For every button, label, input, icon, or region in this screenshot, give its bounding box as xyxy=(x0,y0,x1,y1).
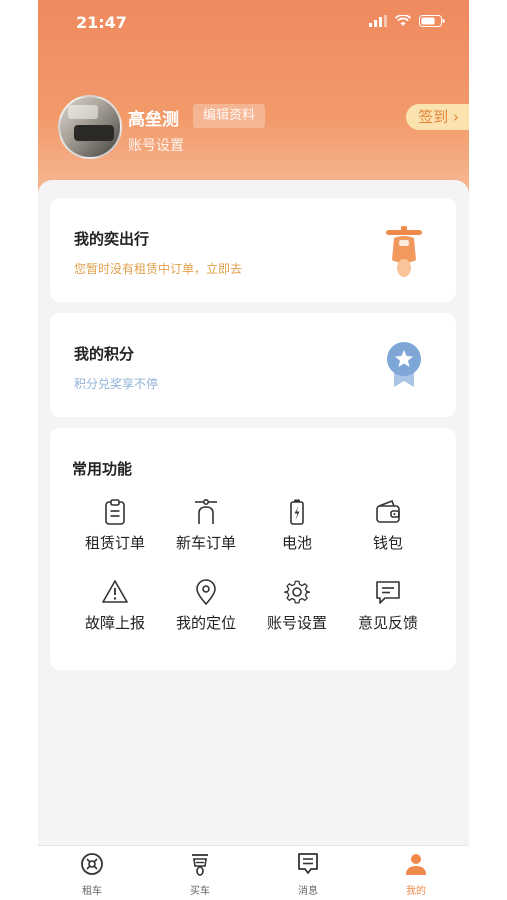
fault-report-item[interactable]: 故障上报 xyxy=(70,578,160,633)
message-icon xyxy=(298,853,318,874)
new-car-orders-label: 新车订单 xyxy=(175,534,236,552)
clipboard-icon xyxy=(105,499,125,525)
scooter-outline-icon xyxy=(195,498,217,524)
rental-orders-label: 租赁订单 xyxy=(84,534,145,552)
battery-item[interactable]: 电池 xyxy=(252,498,342,553)
signal-icon xyxy=(369,15,387,27)
status-time: 21:47 xyxy=(76,13,127,32)
my-points-subtitle: 积分兑奖享不停 xyxy=(74,377,159,391)
scooter-front-icon xyxy=(192,854,208,876)
tab-messages[interactable]: 消息 xyxy=(268,852,348,897)
scooter-icon xyxy=(386,226,422,277)
wallet-label: 钱包 xyxy=(372,534,403,552)
fault-report-label: 故障上报 xyxy=(84,614,145,632)
gear-icon xyxy=(283,580,311,604)
checkin-button[interactable]: 签到 › xyxy=(406,104,469,130)
avatar[interactable] xyxy=(58,95,122,159)
wifi-icon xyxy=(395,15,411,26)
chevron-right-icon: › xyxy=(453,108,459,126)
rental-orders-item[interactable]: 租赁订单 xyxy=(70,498,160,553)
battery-icon xyxy=(290,499,304,525)
tab-mine[interactable]: 我的 xyxy=(376,852,456,897)
medal-icon xyxy=(387,342,421,387)
main-content: 我的奕出行 您暂时没有租赁中订单，立即去 我的积分 积分兑奖享不停 常用功能 租… xyxy=(38,180,469,845)
tab-buy[interactable]: 买车 xyxy=(160,852,240,897)
new-car-orders-item[interactable]: 新车订单 xyxy=(161,498,251,553)
account-settings-item[interactable]: 账号设置 xyxy=(252,578,342,633)
wallet-item[interactable]: 钱包 xyxy=(343,498,433,553)
tab-rent-label: 租车 xyxy=(82,886,102,897)
feedback-item[interactable]: 意见反馈 xyxy=(343,578,433,633)
my-points-title: 我的积分 xyxy=(74,345,135,363)
steering-wheel-icon xyxy=(81,853,103,875)
battery-label: 电池 xyxy=(281,534,312,552)
my-trips-card[interactable]: 我的奕出行 您暂时没有租赁中订单，立即去 xyxy=(50,198,456,302)
warning-icon xyxy=(102,580,128,603)
tab-buy-label: 买车 xyxy=(190,886,210,897)
battery-status-icon xyxy=(419,15,445,27)
common-functions-card: 常用功能 租赁订单 新车订单 电池 钱包 故障上报 我的定位 账号设置 意见反馈 xyxy=(50,428,456,670)
account-settings-link[interactable]: 账号设置 xyxy=(128,135,184,155)
tab-messages-label: 消息 xyxy=(298,886,318,897)
wallet-icon xyxy=(376,499,400,523)
user-name: 高垒测 xyxy=(128,110,179,130)
feedback-label: 意见反馈 xyxy=(357,614,418,632)
my-points-card[interactable]: 我的积分 积分兑奖享不停 xyxy=(50,313,456,417)
tab-rent[interactable]: 租车 xyxy=(52,852,132,897)
tab-bar: 租车 买车 消息 我的 xyxy=(38,845,469,900)
status-bar: 21:47 xyxy=(38,0,469,44)
status-icons xyxy=(369,15,445,27)
feedback-icon xyxy=(376,581,400,604)
location-pin-icon xyxy=(196,579,216,606)
phone-screen: 21:47 高垒测 编辑资料 账号设置 签到 › 我的奕出行 您暂时没有租赁中订… xyxy=(38,0,469,900)
person-icon xyxy=(406,854,426,875)
my-trips-subtitle: 您暂时没有租赁中订单，立即去 xyxy=(74,262,243,276)
edit-profile-button[interactable]: 编辑资料 xyxy=(193,104,266,128)
functions-title: 常用功能 xyxy=(72,460,133,478)
my-trips-title: 我的奕出行 xyxy=(74,230,150,248)
my-location-item[interactable]: 我的定位 xyxy=(161,578,251,633)
checkin-label: 签到 xyxy=(418,108,449,126)
tab-mine-label: 我的 xyxy=(406,886,426,897)
my-location-label: 我的定位 xyxy=(175,614,236,632)
account-settings-label: 账号设置 xyxy=(266,614,327,632)
